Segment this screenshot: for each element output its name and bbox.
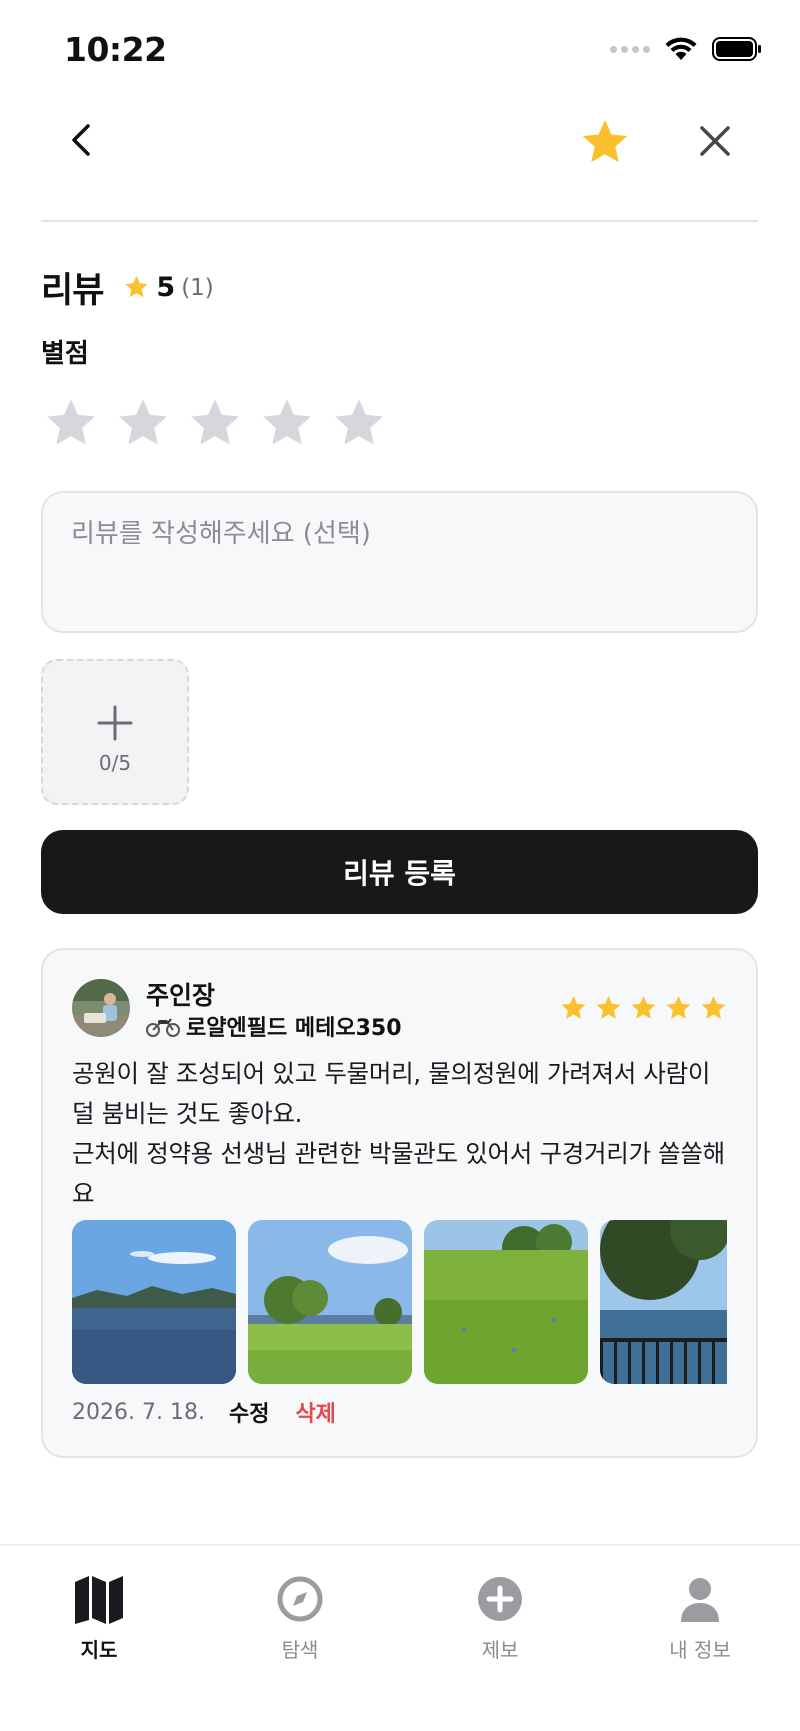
review-text-input[interactable] — [41, 491, 758, 633]
battery-icon — [712, 37, 761, 61]
status-icons — [610, 36, 762, 62]
average-rating: 5 — [156, 272, 176, 303]
motorcycle-icon — [146, 1018, 180, 1037]
bike-name: 로얄엔필드 메테오350 — [186, 1016, 402, 1041]
rating-selector — [42, 395, 388, 453]
photo-count: 0/5 — [98, 751, 132, 775]
star-icon — [561, 996, 586, 1019]
person-icon — [681, 1578, 719, 1622]
star-icon — [125, 276, 149, 298]
reviewer-name: 주인장 — [146, 981, 216, 1010]
edit-review-button[interactable]: 수정 — [229, 1396, 269, 1428]
review-heading: 리뷰 5 (1) — [41, 262, 214, 313]
review-photo[interactable] — [72, 1220, 236, 1384]
star-icon — [666, 996, 691, 1019]
tab-label: 탐색 — [281, 1638, 319, 1662]
header-divider — [41, 220, 758, 222]
plus-icon — [97, 705, 133, 741]
star-icon — [596, 996, 621, 1019]
rating-star-3-icon[interactable] — [186, 395, 244, 453]
rating-star-4-icon[interactable] — [258, 395, 316, 453]
review-photos[interactable] — [72, 1220, 727, 1384]
favorite-star-icon[interactable] — [578, 116, 632, 170]
avatar — [72, 979, 130, 1037]
review-photo[interactable] — [248, 1220, 412, 1384]
star-icon — [701, 996, 726, 1019]
rating-star-2-icon[interactable] — [114, 395, 172, 453]
rating-star-1-icon[interactable] — [42, 395, 100, 453]
review-photo[interactable] — [424, 1220, 588, 1384]
delete-review-button[interactable]: 삭제 — [295, 1396, 335, 1428]
star-icon — [631, 996, 656, 1019]
compass-icon — [277, 1576, 323, 1622]
plus-circle-icon — [478, 1577, 522, 1621]
add-photo-button[interactable]: 0/5 — [41, 659, 189, 805]
review-text: 공원이 잘 조성되어 있고 두물머리, 물의정원에 가려져서 사람이 덜 붐비는… — [72, 1059, 725, 1208]
review-meta: 2026. 7. 18. 수정 삭제 — [72, 1396, 336, 1428]
status-time: 10:22 — [64, 30, 167, 69]
tab-explore[interactable]: 탐색 — [240, 1572, 360, 1672]
tab-label: 지도 — [80, 1638, 118, 1662]
review-count: (1) — [181, 274, 214, 301]
reviewer-bike: 로얄엔필드 메테오350 — [146, 1010, 402, 1042]
review-rating — [559, 994, 728, 1023]
wifi-icon — [665, 37, 697, 60]
review-title: 리뷰 — [41, 271, 104, 311]
cellular-signal-icon — [610, 45, 650, 53]
review-date: 2026. 7. 18. — [72, 1399, 205, 1425]
tab-label: 제보 — [481, 1638, 519, 1662]
tab-map[interactable]: 지도 — [39, 1572, 159, 1672]
tab-report[interactable]: 제보 — [440, 1572, 560, 1672]
submit-review-button[interactable]: 리뷰 등록 — [41, 830, 758, 914]
close-icon[interactable] — [696, 122, 734, 160]
map-icon — [75, 1576, 123, 1624]
rating-star-5-icon[interactable] — [330, 395, 388, 453]
status-bar: 10:22 — [0, 0, 800, 100]
review-photo[interactable] — [600, 1220, 727, 1384]
bottom-tab-bar: 지도 탐색 제보 내 정보 — [0, 1544, 800, 1731]
tab-my-info[interactable]: 내 정보 — [640, 1572, 760, 1672]
back-arrow-icon[interactable] — [62, 120, 102, 160]
tab-label: 내 정보 — [669, 1638, 731, 1662]
rating-label: 별점 — [41, 339, 89, 369]
review-card: 주인장 로얄엔필드 메테오350 공원이 잘 조성되어 있고 두물머리, 물의정… — [41, 948, 758, 1458]
nav-header — [0, 100, 800, 222]
